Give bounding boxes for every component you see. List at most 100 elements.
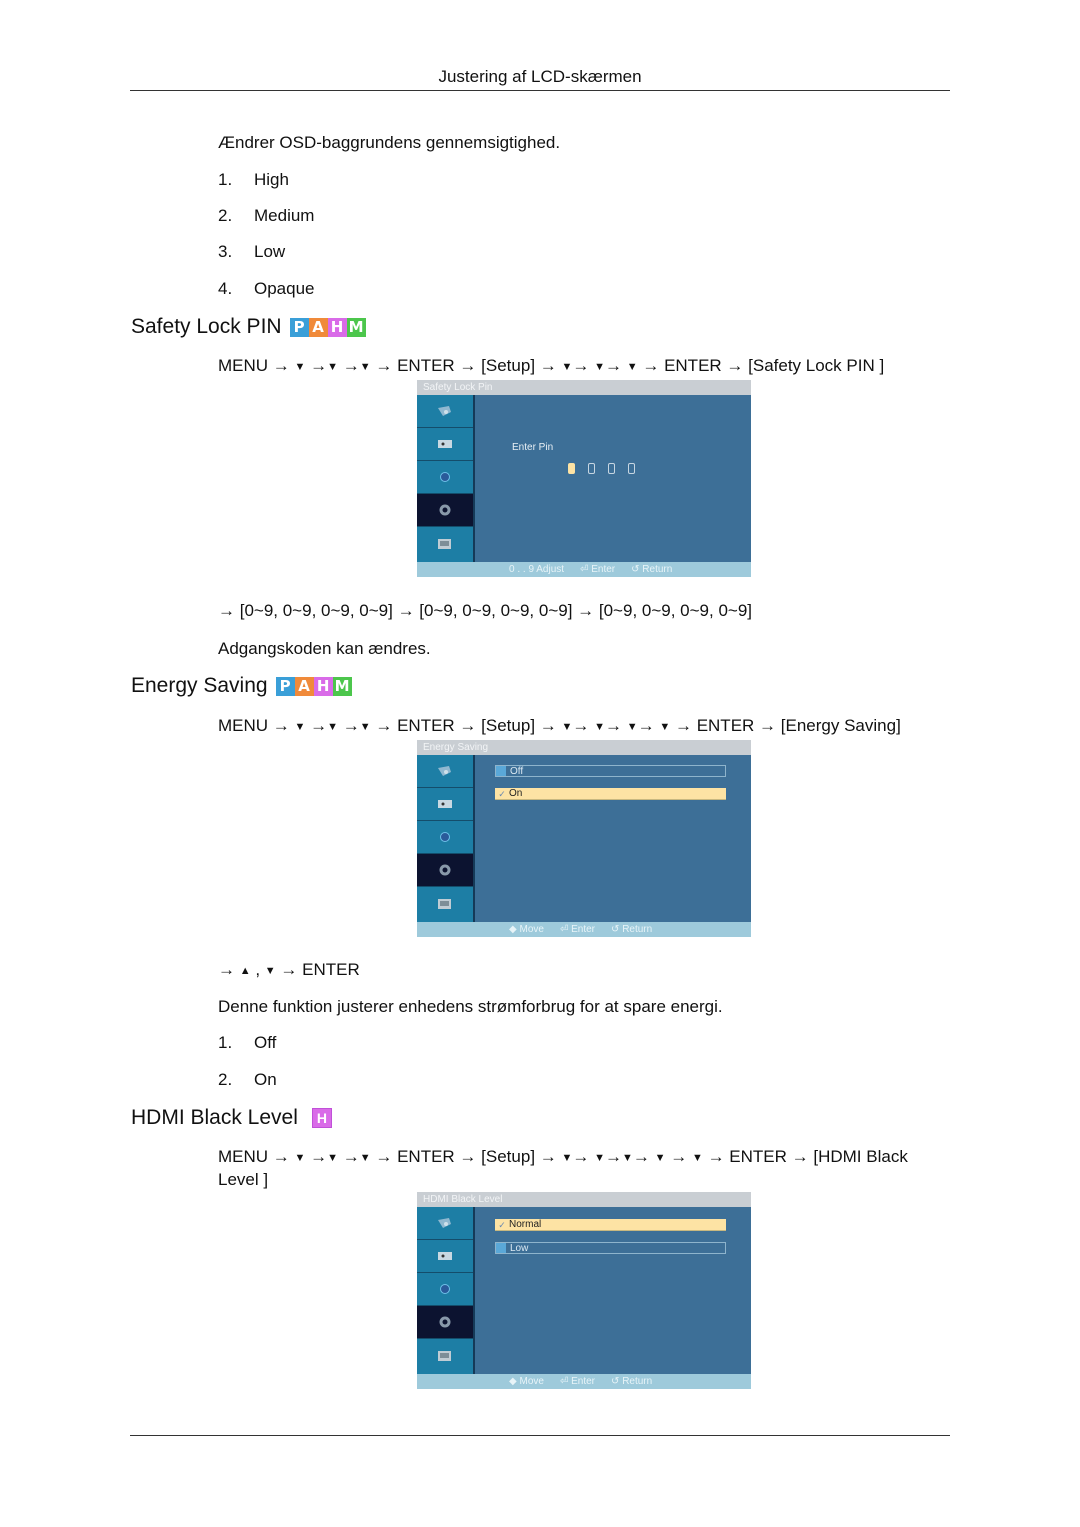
osd-option-on[interactable]: ✓ On	[495, 788, 726, 800]
list-item: 1. Off	[218, 1033, 277, 1052]
pin-digit-1[interactable]	[568, 463, 575, 474]
osd-sidebar-setup[interactable]	[417, 494, 473, 527]
return-hint: ↺ Return	[611, 1376, 653, 1387]
setup-icon	[439, 1316, 451, 1328]
badge-h: H	[327, 317, 347, 337]
setup-icon	[439, 504, 451, 516]
osd-sidebar-input[interactable]	[417, 395, 473, 428]
list-item: 4. Opaque	[218, 279, 315, 298]
option-low: Low	[254, 242, 286, 261]
pin-digit-2[interactable]	[588, 463, 595, 474]
return-icon: ↺	[611, 1376, 620, 1387]
osd-sidebar-setup[interactable]	[417, 854, 473, 887]
osd-footer: 0 . . 9 Adjust ⏎ Enter ↺ Return	[417, 562, 751, 577]
move-icon: ◆	[509, 1376, 517, 1387]
return-icon: ↺	[611, 924, 620, 935]
multi-control-icon	[438, 538, 451, 549]
picture-icon	[438, 800, 452, 808]
section-title-safety-lock: Safety Lock PIN P A H M	[131, 315, 366, 339]
enter-icon: ⏎	[559, 924, 569, 935]
footer-divider	[130, 1435, 950, 1436]
enter-pin-label: Enter Pin	[512, 442, 554, 453]
osd-sidebar-picture[interactable]	[417, 1240, 473, 1273]
check-icon: ✓	[498, 1220, 506, 1230]
picture-icon	[438, 1252, 452, 1260]
mode-badges: P A H M	[275, 676, 352, 696]
osd-title: Energy Saving	[417, 740, 751, 755]
osd-sidebar-input[interactable]	[417, 1207, 473, 1240]
osd-sidebar-multi[interactable]	[417, 1339, 473, 1372]
badge-h: H	[311, 1108, 332, 1128]
list-item: 2. On	[218, 1070, 277, 1089]
sound-icon	[440, 1284, 450, 1294]
pin-note: Adgangskoden kan ændres.	[218, 639, 431, 658]
header-divider	[130, 90, 950, 91]
osd-sidebar-multi[interactable]	[417, 527, 473, 560]
osd-sidebar-picture[interactable]	[417, 428, 473, 461]
input-icon	[438, 1218, 451, 1228]
section-title-energy-saving: Energy Saving P A H M	[131, 674, 352, 698]
badge-a: A	[294, 676, 314, 696]
osd-hdmi-black-level: HDMI Black Level ✓ Normal Low ◆ Move ⏎ En…	[417, 1192, 751, 1391]
return-hint: ↺ Return	[631, 564, 673, 575]
osd-footer: ◆ Move ⏎ Enter ↺ Return	[417, 922, 751, 937]
check-icon: ✓	[498, 789, 506, 799]
osd-sidebar	[417, 755, 475, 922]
badge-m: M	[346, 317, 366, 337]
return-icon: ↺	[631, 564, 640, 575]
mode-badges: P A H M	[289, 317, 366, 337]
setup-icon	[439, 864, 451, 876]
osd-option-low[interactable]: Low	[495, 1242, 726, 1254]
move-hint: ◆ Move	[509, 924, 544, 935]
badge-m: M	[332, 676, 352, 696]
osd-option-off[interactable]: Off	[495, 765, 726, 777]
osd-option-normal[interactable]: ✓ Normal	[495, 1219, 726, 1231]
section-title-hdmi-black-level: HDMI Black Level H	[131, 1106, 332, 1130]
option-high: High	[254, 170, 289, 189]
move-hint: ◆ Move	[509, 1376, 544, 1387]
enter-icon: ⏎	[580, 564, 589, 575]
osd-sidebar-setup[interactable]	[417, 1306, 473, 1339]
nav-path-hdmi-black-level: MENU → ▼ →▼ →▼ → ENTER → [Setup] → ▼→ ▼→…	[218, 1147, 908, 1166]
osd-sidebar-sound[interactable]	[417, 461, 473, 494]
osd-sidebar-sound[interactable]	[417, 1273, 473, 1306]
osd-energy-saving: Energy Saving Off ✓ On ◆ Move ⏎ Enter ↺ R…	[417, 740, 751, 939]
list-item: 1. High	[218, 170, 289, 189]
osd-safety-lock: Safety Lock Pin Enter Pin 0 . . 9 Adjust…	[417, 380, 751, 579]
osd-footer: ◆ Move ⏎ Enter ↺ Return	[417, 1374, 751, 1389]
list-item: 3. Low	[218, 242, 286, 261]
energy-after-nav: → ▲ , ▼ → ENTER	[218, 960, 360, 979]
transparency-description: Ændrer OSD-baggrundens gennemsigtighed.	[218, 133, 561, 152]
enter-hint: ⏎ Enter	[559, 924, 596, 935]
option-off: Off	[254, 1033, 277, 1052]
badge-h: H	[313, 676, 333, 696]
badge-p: P	[289, 317, 309, 337]
badge-a: A	[308, 317, 328, 337]
osd-sidebar-sound[interactable]	[417, 821, 473, 854]
list-item: 2. Medium	[218, 206, 315, 225]
pin-digit-3[interactable]	[608, 463, 615, 474]
sound-icon	[440, 472, 450, 482]
osd-sidebar	[417, 395, 475, 562]
option-opaque: Opaque	[254, 279, 315, 298]
osd-main-panel: ✓ Normal Low	[475, 1207, 751, 1374]
nav-path-energy-saving: MENU → ▼ →▼ →▼ → ENTER → [Setup] → ▼→ ▼→…	[218, 716, 901, 735]
adjust-hint: 0 . . 9 Adjust	[509, 564, 565, 575]
osd-title: HDMI Black Level	[417, 1192, 751, 1207]
enter-icon: ⏎	[559, 1376, 569, 1387]
pin-digit-4[interactable]	[628, 463, 635, 474]
osd-sidebar-picture[interactable]	[417, 788, 473, 821]
osd-sidebar-multi[interactable]	[417, 887, 473, 920]
nav-path-hdmi-black-level-cont: Level ]	[218, 1170, 269, 1189]
osd-title: Safety Lock Pin	[417, 380, 751, 395]
osd-sidebar-input[interactable]	[417, 755, 473, 788]
picture-icon	[438, 440, 452, 448]
multi-control-icon	[438, 898, 451, 909]
enter-hint: ⏎ Enter	[559, 1376, 596, 1387]
pin-sequence: → [0~9, 0~9, 0~9, 0~9] → [0~9, 0~9, 0~9,…	[218, 601, 753, 620]
enter-hint: ⏎ Enter	[580, 564, 616, 575]
option-medium: Medium	[254, 206, 315, 225]
osd-main-panel: Enter Pin	[475, 395, 751, 562]
option-on: On	[254, 1070, 277, 1089]
nav-path-safety-lock: MENU → ▼ →▼ →▼ → ENTER → [Setup] → ▼→ ▼→…	[218, 356, 885, 375]
